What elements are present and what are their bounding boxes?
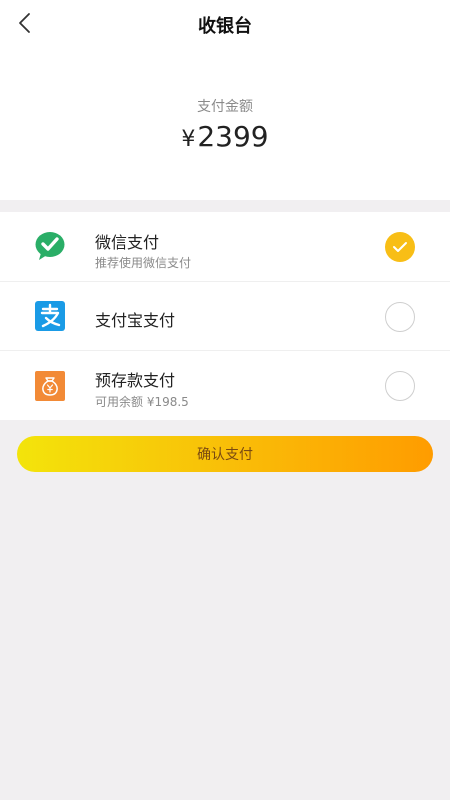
radio-unchecked[interactable] [385, 371, 415, 401]
radio-unchecked[interactable] [385, 302, 415, 332]
payment-method-wechat[interactable]: 微信支付 推荐使用微信支付 [0, 212, 450, 281]
radio-checked[interactable] [385, 232, 415, 262]
page-title: 收银台 [198, 16, 252, 37]
payment-method-alipay[interactable]: 支付宝支付 [0, 281, 450, 350]
currency-symbol: ¥ [181, 127, 196, 152]
payment-method-balance: 可用余额 ¥198.5 [95, 395, 189, 409]
wechat-pay-icon [34, 230, 66, 262]
payment-method-deposit[interactable]: 预存款支付 可用余额 ¥198.5 [0, 350, 450, 419]
amount-display: ¥2399 [0, 120, 450, 153]
header: 收银台 支付金额 ¥2399 [0, 0, 450, 200]
amount-value: 2399 [197, 120, 269, 153]
check-icon [393, 242, 407, 252]
confirm-pay-button[interactable]: 确认支付 [17, 436, 433, 472]
alipay-icon [34, 300, 66, 332]
payment-method-name: 预存款支付 [95, 371, 176, 390]
payment-method-hint: 推荐使用微信支付 [95, 256, 192, 270]
payment-method-name: 支付宝支付 [95, 311, 176, 330]
payment-methods: 微信支付 推荐使用微信支付 支付宝支付 预存款支付 可用余额 ¥198.5 [0, 212, 450, 420]
amount-label: 支付金额 [197, 99, 253, 115]
wallet-icon [34, 370, 66, 402]
payment-method-name: 微信支付 [95, 233, 160, 252]
